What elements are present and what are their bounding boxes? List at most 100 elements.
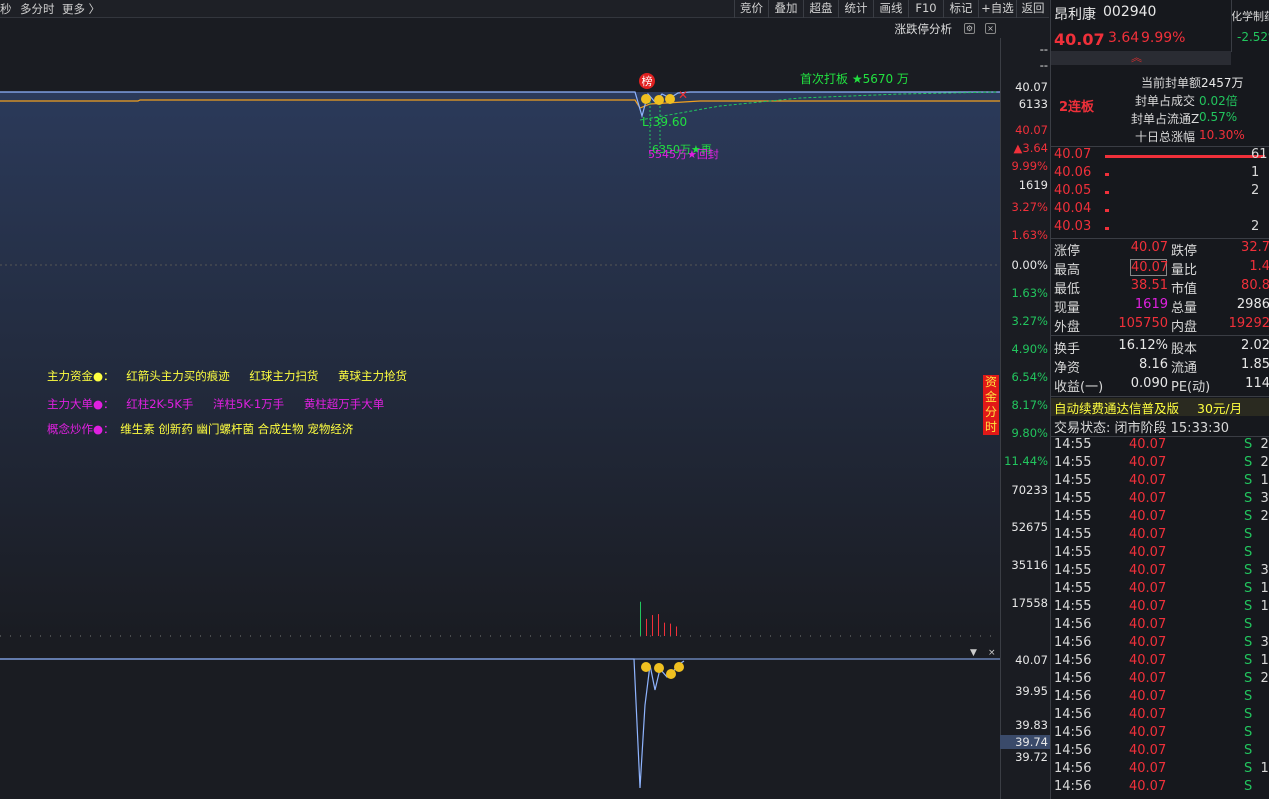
axis-label: 4.90%	[1011, 342, 1048, 356]
toolbar-item-1[interactable]: 秒	[0, 1, 12, 17]
tick-volume: 32	[1260, 635, 1269, 650]
tick-side: S	[1244, 689, 1253, 704]
quote-label: 股本	[1171, 342, 1198, 357]
axis-label: 40.07	[1015, 653, 1048, 667]
trade-status: 交易状态: 闭市阶段 15:33:30	[1051, 417, 1269, 436]
volume-bar	[670, 623, 671, 636]
settings-icon[interactable]: ⚙	[964, 23, 975, 34]
limit-analysis-label[interactable]: 涨跌停分析	[895, 21, 953, 37]
capital-intraday-tag[interactable]: 资金分时	[983, 375, 999, 435]
tick-side: S	[1244, 761, 1253, 776]
bid-row: 40.06 1	[1051, 165, 1269, 183]
volume-bar	[646, 618, 647, 636]
axis-label: 39.72	[1015, 750, 1048, 764]
bid-row: 40.05 2	[1051, 183, 1269, 201]
quote-label: 内盘	[1171, 320, 1198, 335]
btn-overlay[interactable]: 叠加	[768, 0, 803, 18]
tick-row: 14:5540.0725S	[1051, 455, 1269, 473]
tick-row: 14:5540.077S	[1051, 545, 1269, 563]
quote-value: 19292	[1228, 316, 1269, 331]
seal-info-value: 10.30%	[1199, 128, 1245, 142]
stock-name: 昂利康	[1054, 7, 1096, 23]
tick-volume: 10	[1260, 761, 1269, 776]
tick-row: 14:5540.0732S	[1051, 563, 1269, 581]
legend-row-capital: 主力资金●： 红箭头主力买的痕迹 红球主力扫货 黄球主力抢货	[47, 368, 407, 384]
tick-side: S	[1244, 671, 1253, 686]
price-axis: -- -- 40.07 6133 40.07 ▲3.64 9.99% 1619 …	[1000, 38, 1050, 799]
close-icon[interactable]: ×	[985, 23, 996, 34]
tick-side: S	[1244, 491, 1253, 506]
axis-label: 9.99%	[1011, 159, 1048, 173]
axis-label: 8.17%	[1011, 398, 1048, 412]
quote-value: 2986	[1236, 297, 1269, 312]
axis-label: 11.44%	[1004, 454, 1048, 468]
axis-label: ▲3.64	[1013, 141, 1048, 155]
tick-volume: 26	[1260, 437, 1269, 452]
quote-row: 最高 40.07 量比 1.4	[1051, 259, 1269, 278]
btn-stats[interactable]: 统计	[838, 0, 873, 18]
axis-label: 39.95	[1015, 684, 1048, 698]
quote-value: 16.12%	[1118, 338, 1168, 353]
collapse-button[interactable]: ︽	[1051, 51, 1231, 65]
quote-row: 换手 16.12% 股本 2.02	[1051, 338, 1269, 357]
quote-label: 流通	[1171, 361, 1198, 376]
axis-label: 17558	[1011, 596, 1048, 610]
seal-info-value: 2457万	[1201, 76, 1244, 90]
ad-price: 30元/月	[1197, 401, 1243, 416]
peer-name[interactable]: 化学制药	[1231, 8, 1269, 26]
bid-price: 40.06	[1054, 165, 1092, 180]
quote-row: 收益(一) 0.090 PE(动) 114	[1051, 376, 1269, 395]
btn-f10[interactable]: F10	[908, 0, 943, 18]
btn-super[interactable]: 超盘	[803, 0, 838, 18]
bid-volume: 61	[1251, 147, 1268, 162]
seal-info-label: 十日总涨幅	[1135, 130, 1196, 144]
quote-value: 1.4	[1249, 259, 1269, 274]
btn-auction[interactable]: 竞价	[734, 0, 768, 18]
bid-price: 40.05	[1054, 183, 1092, 198]
bid-price: 40.04	[1054, 201, 1092, 216]
btn-back[interactable]: 返回	[1016, 0, 1049, 18]
legend-concepts: 维生素 创新药 幽门螺杆菌 合成生物 宠物经济	[120, 422, 354, 436]
price-change: 3.64	[1108, 30, 1140, 46]
volume-bar	[664, 622, 665, 636]
tick-side: S	[1244, 509, 1253, 524]
ad-banner[interactable]: 自动续费通达信普及版 30元/月	[1051, 398, 1269, 416]
seal-info-row: 当前封单额 2457万	[1051, 74, 1269, 92]
axis-label: 3.27%	[1011, 200, 1048, 214]
toolbar-item-more[interactable]: 更多 〉	[62, 1, 100, 17]
axis-label: 1619	[1018, 178, 1048, 192]
bid-volume-bar	[1105, 191, 1109, 194]
low-price-text: L:39.60	[642, 115, 687, 129]
tick-side: S	[1244, 779, 1253, 794]
btn-add-favorite[interactable]: +自选	[978, 0, 1016, 18]
bid-volume-bar	[1105, 209, 1109, 212]
btn-draw[interactable]: 画线	[873, 0, 908, 18]
axis-label: --	[1039, 58, 1048, 72]
yellow-ball-1	[641, 94, 651, 104]
btn-mark[interactable]: 标记	[943, 0, 978, 18]
tick-side: S	[1244, 545, 1253, 560]
axis-label: 40.07	[1015, 123, 1048, 137]
quote-row: 最低 38.51 市值 80.8	[1051, 278, 1269, 297]
quote-value: 32.7	[1241, 240, 1269, 255]
chevron-up-icon: ︽	[1131, 51, 1142, 64]
axis-label: 35116	[1011, 558, 1048, 572]
toolbar-item-multi[interactable]: 多分时	[20, 1, 55, 17]
axis-label: 52675	[1011, 520, 1048, 534]
seal-info-value: 0.02倍	[1199, 94, 1238, 108]
peer-label: 化学制药	[1231, 10, 1269, 23]
legend-row-concept: 概念炒作●： 维生素 创新药 幽门螺杆菌 合成生物 宠物经济	[47, 421, 353, 437]
rank-badge-text: 榜	[642, 74, 653, 88]
quote-value: 80.8	[1241, 278, 1269, 293]
volume-bar	[658, 614, 659, 636]
seal-text-2: 5545万★回封	[648, 147, 719, 161]
tick-row: 14:5640.0710S	[1051, 761, 1269, 779]
bid-volume-bar	[1105, 155, 1265, 158]
tick-volume: 32	[1260, 563, 1269, 578]
yellow-ball	[641, 662, 651, 672]
axis-label: 0.00%	[1011, 258, 1048, 272]
axis-label: 39.83	[1015, 718, 1048, 732]
tick-row: 14:5640.0732S	[1051, 635, 1269, 653]
tick-side: S	[1244, 617, 1253, 632]
quote-panel: 昂利康 002940 化学制药 40.07 3.64 9.99% -2.52% …	[1050, 0, 1269, 799]
